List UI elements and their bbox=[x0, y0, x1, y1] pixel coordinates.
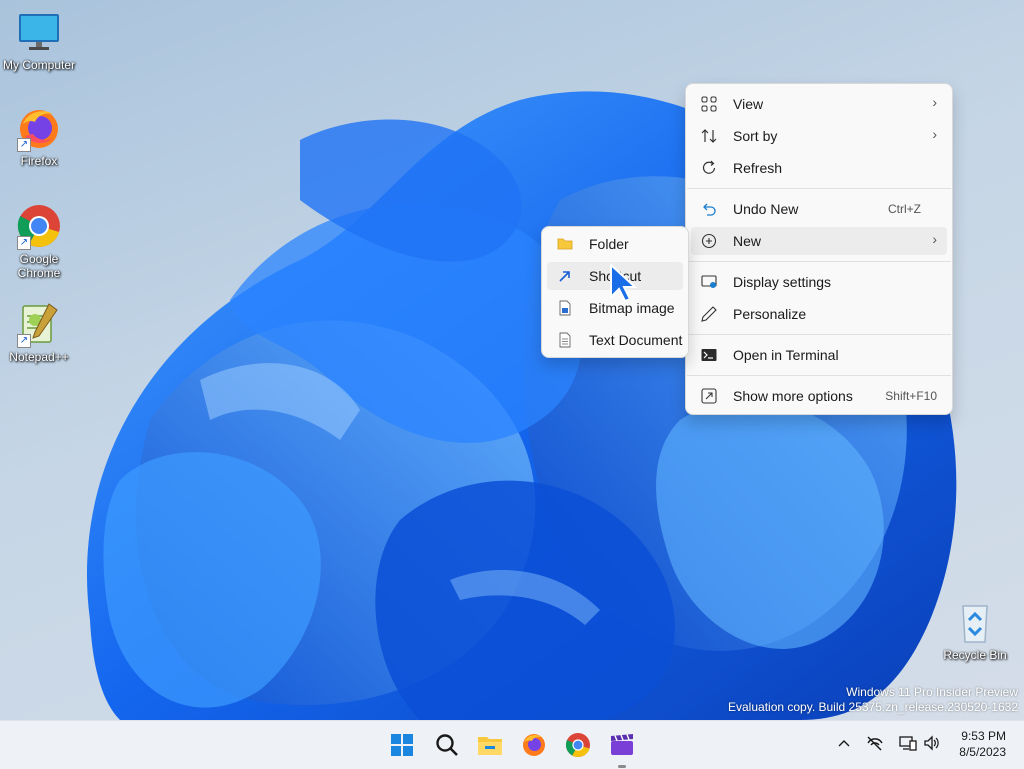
chevron-up-icon[interactable] bbox=[836, 735, 852, 751]
firefox-taskbar-button[interactable] bbox=[518, 729, 550, 761]
chevron-right-icon: › bbox=[932, 94, 937, 110]
desktop-icon-my-computer[interactable]: My Computer bbox=[1, 8, 77, 72]
display-icon bbox=[701, 275, 717, 288]
menu-item-label: View bbox=[733, 96, 764, 112]
bitmap-icon bbox=[559, 300, 571, 316]
menu-item-shortcut: Ctrl+Z bbox=[888, 202, 921, 216]
menu-item-label: Open in Terminal bbox=[733, 347, 839, 363]
pen-icon bbox=[701, 306, 717, 322]
desktop-icon-label: My Computer bbox=[2, 58, 76, 72]
shortcut-arrow-icon: ↗ bbox=[17, 334, 31, 348]
file-explorer-button[interactable] bbox=[474, 729, 506, 761]
desktop-icon-label: Notepad++ bbox=[9, 350, 69, 364]
clipchamp-taskbar-button[interactable] bbox=[606, 729, 638, 768]
submenu-item-label: Text Document bbox=[589, 332, 683, 348]
menu-item-label: Sort by bbox=[733, 128, 778, 144]
menu-item-shortcut: Shift+F10 bbox=[885, 389, 937, 403]
folder-icon bbox=[557, 238, 573, 250]
menu-item-view[interactable]: View › bbox=[691, 90, 947, 118]
menu-item-label: Display settings bbox=[733, 274, 832, 290]
menu-item-personalize[interactable]: Personalize bbox=[691, 300, 947, 328]
menu-item-label: New bbox=[733, 233, 762, 249]
shortcut-arrow-icon: ↗ bbox=[17, 138, 31, 152]
desktop-icon-recycle-bin[interactable]: Recycle Bin bbox=[937, 598, 1013, 662]
menu-separator bbox=[687, 375, 951, 376]
chevron-right-icon: › bbox=[932, 126, 937, 142]
more-options-icon bbox=[701, 388, 717, 404]
menu-item-label: Show more options bbox=[733, 388, 853, 404]
start-button[interactable] bbox=[386, 729, 418, 761]
shortcut-icon bbox=[559, 271, 570, 282]
menu-separator bbox=[687, 334, 951, 335]
text-document-icon bbox=[559, 332, 571, 348]
refresh-icon bbox=[702, 160, 716, 174]
desktop-icon-chrome[interactable]: ↗ Google Chrome bbox=[1, 202, 77, 280]
menu-item-label: Refresh bbox=[733, 160, 783, 176]
sort-icon bbox=[701, 129, 717, 143]
context-menu: View › Sort by › Refresh Undo New Ctrl+Z… bbox=[685, 83, 953, 415]
desktop-icon-firefox[interactable]: ↗ Firefox bbox=[1, 104, 77, 168]
submenu-item-label: Folder bbox=[589, 236, 629, 252]
volume-icon[interactable] bbox=[923, 735, 941, 751]
terminal-icon bbox=[701, 349, 717, 361]
desktop-icon-notepadpp[interactable]: ↗ Notepad++ bbox=[1, 300, 77, 364]
desktop-icon-label: Firefox bbox=[20, 154, 58, 168]
new-plus-icon bbox=[701, 233, 717, 249]
firefox-icon bbox=[523, 734, 545, 756]
menu-separator bbox=[687, 261, 951, 262]
monitor-icon bbox=[19, 14, 59, 50]
clock[interactable]: 9:53 PM 8/5/2023 bbox=[959, 728, 1006, 760]
grid-view-icon bbox=[701, 96, 717, 112]
watermark-line2: Evaluation copy. Build 25375.zn_release.… bbox=[728, 700, 1018, 714]
chevron-right-icon: › bbox=[932, 231, 937, 247]
desktop-icon-label: Recycle Bin bbox=[943, 648, 1007, 662]
taskbar: 9:53 PM 8/5/2023 bbox=[0, 720, 1024, 769]
undo-icon bbox=[703, 203, 716, 216]
clock-date: 8/5/2023 bbox=[959, 745, 1006, 759]
menu-separator bbox=[687, 188, 951, 189]
menu-item-undo-new[interactable]: Undo New Ctrl+Z bbox=[691, 195, 947, 223]
clock-time: 9:53 PM bbox=[961, 729, 1006, 743]
menu-item-new[interactable]: New › bbox=[691, 227, 947, 255]
desktop-icon-label: Google Chrome bbox=[17, 252, 61, 280]
start-icon bbox=[391, 734, 413, 756]
search-icon bbox=[436, 734, 458, 756]
watermark-line1: Windows 11 Pro Insider Preview bbox=[846, 685, 1018, 699]
menu-item-label: Undo New bbox=[733, 201, 799, 217]
menu-item-open-terminal[interactable]: Open in Terminal bbox=[691, 341, 947, 369]
chrome-icon bbox=[565, 733, 590, 758]
recycle-bin-icon bbox=[962, 605, 988, 643]
search-button[interactable] bbox=[431, 729, 463, 761]
display-network-icon[interactable] bbox=[899, 735, 917, 751]
mouse-cursor-icon bbox=[610, 263, 638, 303]
menu-item-show-more-options[interactable]: Show more options Shift+F10 bbox=[691, 382, 947, 410]
network-offline-icon[interactable] bbox=[866, 735, 884, 751]
file-explorer-icon bbox=[478, 737, 502, 755]
submenu-item-folder[interactable]: Folder bbox=[547, 230, 683, 258]
menu-item-refresh[interactable]: Refresh bbox=[691, 154, 947, 182]
chrome-taskbar-button[interactable] bbox=[562, 729, 594, 761]
shortcut-arrow-icon: ↗ bbox=[17, 236, 31, 250]
menu-item-display-settings[interactable]: Display settings bbox=[691, 268, 947, 296]
menu-item-sort-by[interactable]: Sort by › bbox=[691, 122, 947, 150]
submenu-item-text-document[interactable]: Text Document bbox=[547, 326, 683, 354]
clapper-icon bbox=[611, 734, 633, 755]
menu-item-label: Personalize bbox=[733, 306, 807, 322]
